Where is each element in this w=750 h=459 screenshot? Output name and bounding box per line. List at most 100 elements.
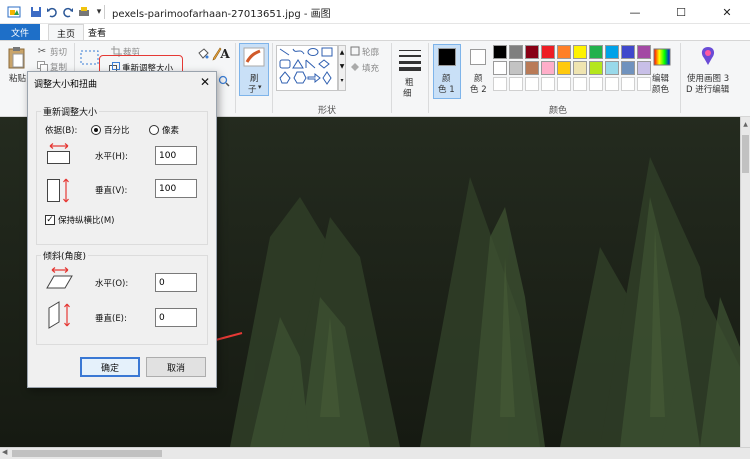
brush-label-line2: 子 [248,85,257,95]
keep-ratio-label[interactable]: 保持纵横比(M) [58,214,114,226]
custom-color-slot[interactable] [621,77,635,91]
palette-swatch[interactable] [589,45,603,59]
minimize-button[interactable]: — [612,0,658,24]
group-separator [235,43,236,113]
edit-colors-icon[interactable] [652,47,672,67]
palette-swatch[interactable] [637,61,651,75]
shapes-gallery[interactable] [276,45,338,91]
vertical-scrollbar[interactable]: ▲ [740,117,750,447]
palette-swatch[interactable] [525,45,539,59]
palette-swatch[interactable] [541,61,555,75]
color2-swatch[interactable] [470,49,486,65]
palette-swatch[interactable] [621,61,635,75]
title-bar: ▾ pexels-parimoofarhaan-27013651.jpg - 画… [0,0,750,24]
color1-label-line2: 色 1 [438,85,455,95]
cut-icon[interactable]: ✂ [36,45,48,57]
custom-color-slot[interactable] [493,77,507,91]
scroll-up-icon[interactable]: ▲ [741,121,750,128]
close-window-button[interactable]: ✕ [704,0,750,24]
cancel-button[interactable]: 取消 [146,357,206,377]
outline-icon[interactable] [350,46,360,56]
keep-ratio-checkbox[interactable]: ✓ [45,215,55,225]
group-separator [680,43,681,113]
app-icon [6,4,22,20]
tab-view[interactable]: 查看 [80,24,114,41]
save-icon[interactable] [28,4,44,20]
title-separator [104,5,105,19]
fill-shape-label[interactable]: 填充 [362,62,379,74]
horizontal-scroll-thumb[interactable] [12,450,162,457]
custom-color-slot[interactable] [509,77,523,91]
custom-color-slot[interactable] [637,77,651,91]
size-icon[interactable] [398,47,422,73]
size-label-line2[interactable]: 细 [403,87,412,99]
palette-swatch[interactable] [541,45,555,59]
custom-color-slot[interactable] [605,77,619,91]
scroll-left-icon[interactable]: ◀ [2,448,7,456]
custom-color-slot[interactable] [589,77,603,91]
dialog-close-button[interactable]: ✕ [194,72,216,92]
outline-label[interactable]: 轮廓 [362,46,379,58]
shapes-scroll[interactable]: ▲ ▼ ▾ [338,45,346,91]
horizontal-input[interactable] [155,146,197,165]
palette-swatch[interactable] [605,45,619,59]
paste-icon[interactable] [6,45,28,71]
custom-color-slot[interactable] [573,77,587,91]
tab-file[interactable]: 文件 [0,24,40,40]
horizontal-skew-icon [46,266,74,292]
select-icon[interactable] [80,49,100,67]
undo-icon[interactable] [44,4,60,20]
fill-shape-icon[interactable] [350,62,360,72]
palette-swatch[interactable] [525,61,539,75]
percent-radio[interactable] [91,125,101,135]
by-label: 依据(B): [45,126,78,136]
paint3d-label-line2[interactable]: D 进行编辑 [686,83,729,95]
pixels-radio[interactable] [149,125,159,135]
palette-swatch[interactable] [493,61,507,75]
resize-section-legend: 重新调整大小 [41,105,100,118]
vertical-input[interactable] [155,179,197,198]
skew-vertical-input[interactable] [155,308,197,327]
palette-swatch[interactable] [509,45,523,59]
brush-icon [242,46,266,68]
horizontal-scrollbar[interactable]: ◀ [0,447,750,459]
palette-swatch[interactable] [621,45,635,59]
custom-color-slot[interactable] [525,77,539,91]
vertical-skew-icon [46,300,74,330]
percent-label[interactable]: 百分比 [104,124,130,136]
paint3d-icon[interactable] [698,45,718,67]
print-icon[interactable] [76,4,92,20]
skew-horizontal-input[interactable] [155,273,197,292]
palette-swatch[interactable] [605,61,619,75]
tab-home[interactable]: 主页 [48,24,85,41]
custom-color-slot[interactable] [557,77,571,91]
edit-colors-label-line2[interactable]: 颜色 [652,83,669,95]
cut-label[interactable]: 剪切 [50,46,67,58]
palette-swatch[interactable] [509,61,523,75]
skew-section: 倾斜(角度) 水平(O): 垂直(E): [36,249,208,345]
group-separator [428,43,429,113]
skew-horizontal-label: 水平(O): [95,279,129,289]
vertical-scroll-thumb[interactable] [742,135,749,173]
palette-swatch[interactable] [589,61,603,75]
text-tool-icon[interactable]: A [218,46,232,62]
magnifier-icon[interactable] [218,75,230,87]
palette-swatch[interactable] [573,61,587,75]
shapes-group-label: 形状 [318,106,337,116]
color2-label-line2[interactable]: 色 2 [470,83,487,95]
group-separator [272,43,273,113]
palette-swatch[interactable] [557,61,571,75]
palette-swatch[interactable] [493,45,507,59]
palette-swatch[interactable] [637,45,651,59]
custom-color-slot[interactable] [541,77,555,91]
horizontal-resize-icon [46,142,72,166]
fill-icon[interactable] [197,47,209,61]
ok-button[interactable]: 确定 [80,357,140,377]
palette-swatch[interactable] [573,45,587,59]
maximize-button[interactable]: ☐ [658,0,704,24]
colors-group-label: 颜色 [549,106,568,116]
palette-swatch[interactable] [557,45,571,59]
redo-icon[interactable] [60,4,76,20]
paste-label[interactable]: 粘贴 [9,72,26,84]
pixels-label[interactable]: 像素 [162,124,179,136]
